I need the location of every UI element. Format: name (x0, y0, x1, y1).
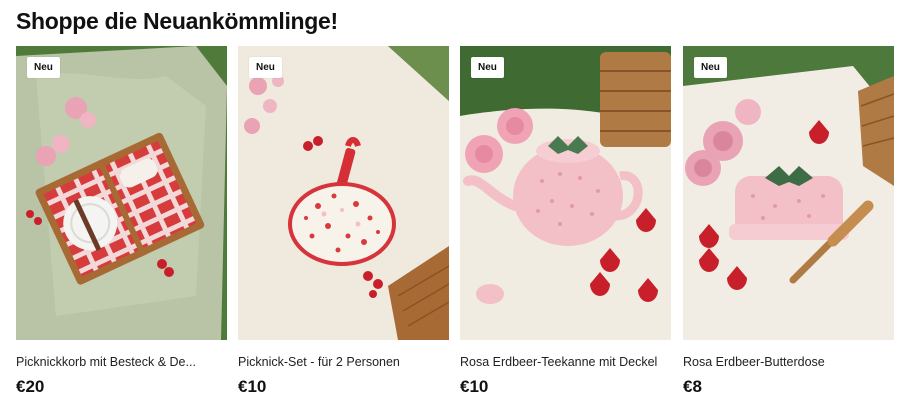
new-badge: Neu (249, 57, 282, 78)
product-card-teapot[interactable]: Neu Rosa Erdbeer-Teekanne mit Deckel €10 (460, 46, 671, 400)
product-price: €20 (16, 377, 45, 396)
product-image[interactable]: Neu (238, 46, 449, 340)
product-image[interactable]: Neu (16, 46, 227, 340)
product-name[interactable]: Picknickkorb mit Besteck & De... (16, 355, 227, 369)
product-price: €10 (460, 377, 489, 396)
section-title: Shoppe die Neuankömmlinge! (16, 8, 338, 34)
product-card-picnic-set[interactable]: Neu Picknick-Set - für 2 Personen €10 (238, 46, 449, 400)
new-badge: Neu (27, 57, 60, 78)
picnic-basket-icon (16, 46, 227, 340)
product-price: €10 (238, 377, 267, 396)
new-badge: Neu (694, 57, 727, 78)
butter-dish-icon (683, 46, 894, 340)
product-card-butter-dish[interactable]: Neu Rosa Erdbeer-Butterdose €8 (683, 46, 894, 400)
product-name[interactable]: Rosa Erdbeer-Teekanne mit Deckel (460, 355, 671, 369)
picnic-set-icon (238, 46, 449, 340)
new-badge: Neu (471, 57, 504, 78)
product-name[interactable]: Rosa Erdbeer-Butterdose (683, 355, 894, 369)
product-name[interactable]: Picknick-Set - für 2 Personen (238, 355, 449, 369)
teapot-icon (460, 46, 671, 340)
product-image[interactable]: Neu (683, 46, 894, 340)
product-card-picnic-basket[interactable]: Neu Picknickkorb mit Besteck & De... €20 (16, 46, 227, 400)
product-price: €8 (683, 377, 702, 396)
product-image[interactable]: Neu (460, 46, 671, 340)
